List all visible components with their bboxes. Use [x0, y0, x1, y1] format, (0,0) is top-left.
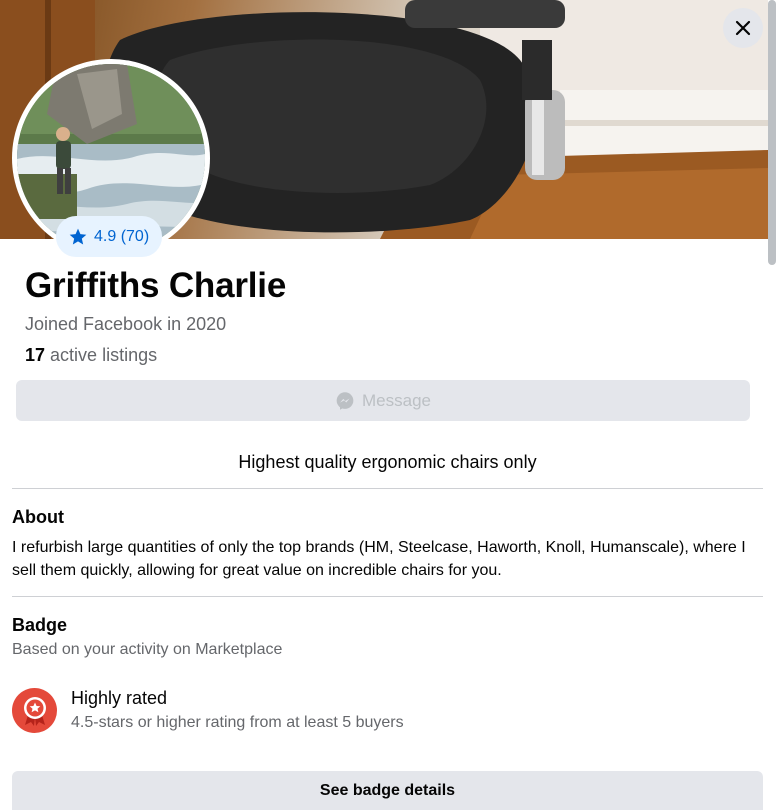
close-icon	[735, 20, 751, 36]
active-listings[interactable]: 17 active listings	[25, 345, 157, 366]
badge-description: 4.5-stars or higher rating from at least…	[71, 714, 404, 731]
joined-date: Joined Facebook in 2020	[25, 314, 227, 334]
listings-count: 17	[25, 345, 46, 365]
about-heading: About	[12, 507, 64, 527]
badge-heading: Badge	[12, 615, 68, 635]
badge-name: Highly rated	[71, 688, 168, 708]
see-badge-details-label: See badge details	[319, 781, 456, 799]
listings-label: active listings	[50, 345, 158, 365]
divider	[12, 596, 763, 597]
scrollbar-thumb[interactable]	[768, 0, 776, 265]
profile-tagline: Highest quality ergonomic chairs only	[238, 452, 537, 472]
profile-name: Griffiths Charlie	[25, 266, 287, 305]
seller-rating-badge[interactable]: 4.9 (70)	[56, 216, 163, 257]
star-icon	[69, 228, 87, 244]
highly-rated-badge-icon	[12, 688, 57, 733]
close-button[interactable]	[723, 8, 763, 48]
see-badge-details-button[interactable]: See badge details	[12, 771, 763, 810]
divider	[12, 488, 763, 489]
about-text: I refurbish large quantities of only the…	[12, 539, 746, 579]
messenger-icon	[336, 391, 354, 410]
message-button[interactable]: Message	[16, 380, 750, 421]
message-button-label: Message	[362, 390, 431, 410]
rating-value: 4.9 (70)	[94, 227, 150, 245]
badge-subtitle: Based on your activity on Marketplace	[12, 641, 283, 658]
